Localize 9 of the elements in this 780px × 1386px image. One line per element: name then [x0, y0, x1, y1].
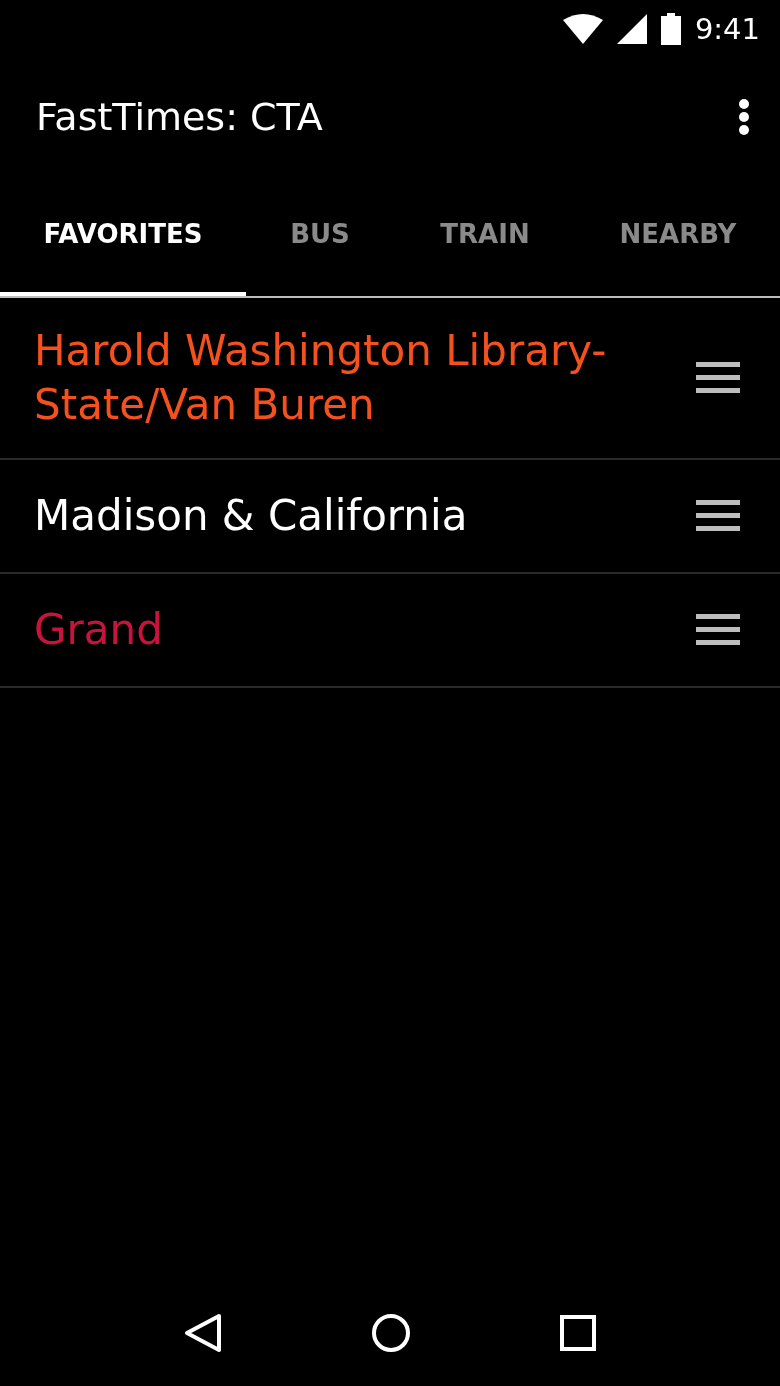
tab[interactable]: NEARBY	[576, 176, 780, 296]
stop-name[interactable]: Harold Washington Library-State/Van Buren	[34, 324, 634, 432]
tab[interactable]: TRAIN	[394, 176, 576, 296]
app-title: FastTimes: CTA	[36, 95, 323, 139]
stop-name[interactable]: Madison & California	[34, 489, 468, 543]
stop-name[interactable]: Grand	[34, 603, 163, 657]
tab[interactable]: FAVORITES	[0, 176, 246, 296]
tab[interactable]: BUS	[246, 176, 394, 296]
clock-time: 9:41	[694, 12, 760, 46]
